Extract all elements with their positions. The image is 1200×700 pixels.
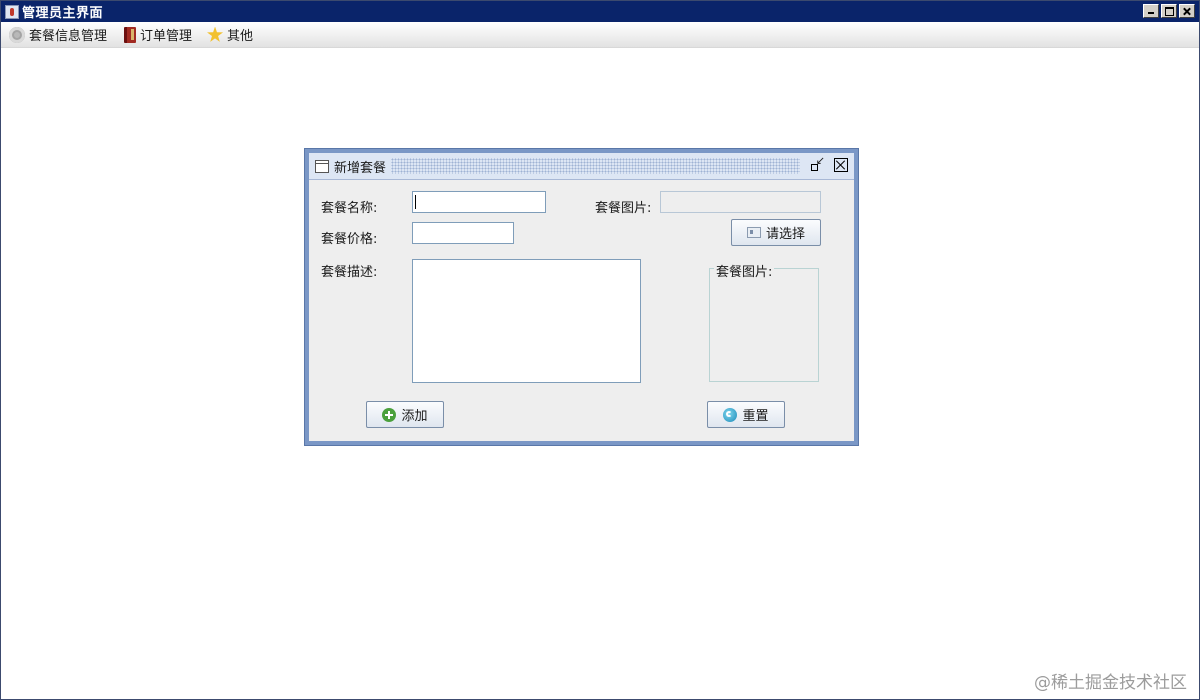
package-desc-textarea[interactable] xyxy=(412,259,641,383)
add-button-label: 添加 xyxy=(401,409,428,424)
gear-icon xyxy=(9,26,25,43)
java-app-icon xyxy=(5,4,19,19)
refresh-icon xyxy=(723,407,738,422)
reset-button[interactable]: 重置 xyxy=(707,401,785,428)
package-image-label: 套餐图片: xyxy=(595,201,652,216)
titlebar-texture xyxy=(391,158,800,174)
id-card-icon xyxy=(746,227,761,238)
reset-button-label: 重置 xyxy=(742,409,769,424)
book-icon xyxy=(124,26,137,43)
close-window-button[interactable] xyxy=(1179,4,1195,18)
dialog-controls xyxy=(810,154,848,172)
window-controls xyxy=(1143,4,1195,18)
image-preview-legend: 套餐图片: xyxy=(714,261,775,280)
image-preview-panel: 套餐图片: xyxy=(709,261,819,382)
add-button[interactable]: 添加 xyxy=(366,401,444,428)
dialog-title: 新增套餐 xyxy=(334,160,387,176)
app-title: 管理员主界面 xyxy=(22,6,104,21)
choose-image-button[interactable]: 请选择 xyxy=(731,219,821,246)
watermark: @稀土掘金技术社区 xyxy=(1034,673,1187,693)
maximize-button[interactable] xyxy=(1161,4,1177,18)
plus-icon xyxy=(382,407,397,422)
close-icon[interactable] xyxy=(834,158,848,172)
menu-label: 其他 xyxy=(227,29,254,44)
choose-button-label: 请选择 xyxy=(765,227,805,242)
minimize-button[interactable] xyxy=(1143,4,1159,18)
menu-bar: 套餐信息管理 订单管理 其他 xyxy=(1,22,1199,48)
text-cursor xyxy=(415,195,416,209)
dialog-titlebar[interactable]: 新增套餐 xyxy=(309,153,854,180)
menu-other[interactable]: 其他 xyxy=(199,22,260,47)
package-name-label: 套餐名称: xyxy=(321,201,378,216)
restore-icon[interactable] xyxy=(810,154,825,172)
package-price-label: 套餐价格: xyxy=(321,232,378,247)
menu-package-info[interactable]: 套餐信息管理 xyxy=(1,22,114,47)
image-path-field[interactable] xyxy=(660,191,821,213)
add-package-dialog: 新增套餐 套餐名称: 套餐图片: 套餐价格: 请选择 套餐描述: xyxy=(305,149,858,445)
package-price-input[interactable] xyxy=(412,222,514,244)
star-icon xyxy=(207,26,224,42)
menu-label: 订单管理 xyxy=(140,29,193,44)
frame-icon xyxy=(315,159,329,173)
package-name-input[interactable] xyxy=(412,191,546,213)
menu-label: 套餐信息管理 xyxy=(29,29,108,44)
main-window: 管理员主界面 套餐信息管理 订单管理 其他 新增套餐 ↙ 套餐名称: 套餐图片:… xyxy=(0,0,1200,700)
package-desc-label: 套餐描述: xyxy=(321,265,378,280)
menu-order-management[interactable]: 订单管理 xyxy=(114,22,199,47)
app-titlebar[interactable]: 管理员主界面 xyxy=(1,1,1199,22)
